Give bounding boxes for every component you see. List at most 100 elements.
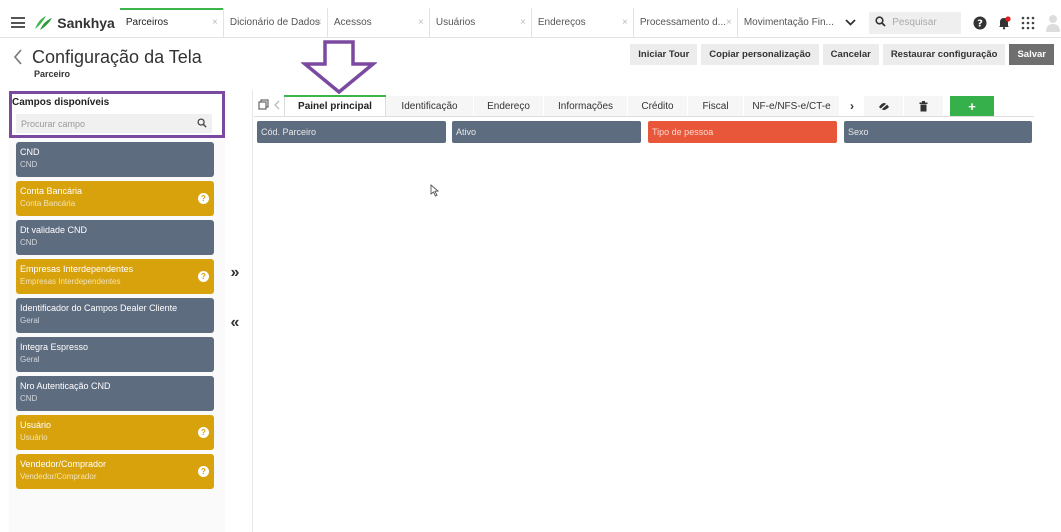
copy-icon[interactable] [258, 99, 269, 113]
visibility-icon[interactable] [864, 96, 904, 116]
field-card-dt-validade-cnd[interactable]: Dt validade CND CND [16, 220, 214, 255]
field-name: Usuário [20, 420, 52, 430]
field-group: Geral [20, 355, 40, 364]
field-card-identificador-dealer[interactable]: Identificador do Campos Dealer Cliente G… [16, 298, 214, 333]
app-tab-label: Processamento d... [639, 17, 726, 28]
field-card-empresas-interdependentes[interactable]: Empresas Interdependentes Empresas Inter… [16, 259, 214, 294]
svg-text:?: ? [977, 18, 983, 29]
sankhya-logo-icon [32, 15, 54, 31]
trash-icon[interactable] [904, 96, 944, 116]
field-search-input[interactable]: Procurar campo [16, 114, 212, 133]
field-group: Empresas Interdependentes [20, 277, 121, 286]
close-icon[interactable]: × [316, 17, 322, 28]
close-icon[interactable]: × [622, 17, 628, 28]
annotation-arrow-icon [300, 40, 378, 99]
layout-field-sexo[interactable]: Sexo [844, 121, 1032, 143]
app-tab-acessos[interactable]: Acessos × [328, 7, 430, 38]
app-tab-label: Parceiros [125, 17, 169, 28]
page-subtitle: Parceiro [34, 69, 71, 79]
layout-field-ativo[interactable]: Ativo [452, 121, 641, 143]
global-search[interactable]: Pesquisar [869, 11, 961, 34]
content-tabs: Painel principal Identificação Endereço … [254, 95, 1034, 117]
chevron-left-icon[interactable] [274, 100, 280, 113]
app-tab-usuarios[interactable]: Usuários × [430, 7, 532, 38]
field-name: Vendedor/Comprador [20, 459, 107, 469]
app-tab-label: Acessos [333, 17, 372, 28]
field-group: Vendedor/Comprador [20, 472, 97, 481]
app-tab-label: Dicionário de Dados [229, 17, 320, 28]
save-button[interactable]: Salvar [1009, 44, 1054, 65]
tab-informacoes[interactable]: Informações [544, 96, 628, 116]
back-icon[interactable] [13, 48, 23, 71]
apps-grid-icon[interactable] [1021, 16, 1035, 30]
field-group: Conta Bancária [20, 199, 76, 208]
field-group: CND [20, 394, 38, 403]
info-icon[interactable]: ? [198, 193, 209, 204]
header-actions: Iniciar Tour Copiar personalização Cance… [630, 44, 1054, 65]
close-icon[interactable]: × [212, 17, 218, 28]
field-name: Integra Espresso [20, 342, 89, 352]
field-card-cnd[interactable]: CND CND [16, 142, 214, 177]
field-name: Nro Autenticação CND [20, 381, 111, 391]
start-tour-button[interactable]: Iniciar Tour [630, 44, 698, 65]
app-tab-enderecos[interactable]: Endereços × [532, 7, 634, 38]
close-icon[interactable]: × [726, 17, 732, 28]
restore-config-button[interactable]: Restaurar configuração [882, 44, 1006, 65]
field-name: CND [20, 147, 40, 157]
tab-credito[interactable]: Crédito [628, 96, 688, 116]
move-left-button[interactable]: « [225, 314, 245, 332]
add-tab-button[interactable]: + [950, 96, 994, 116]
app-tab-dicionario[interactable]: Dicionário de Dados × [224, 7, 328, 38]
field-card-nro-autenticacao-cnd[interactable]: Nro Autenticação CND CND [16, 376, 214, 411]
tab-fiscal[interactable]: Fiscal [688, 96, 744, 116]
brand-name: Sankhya [57, 14, 115, 31]
search-icon[interactable] [197, 115, 207, 133]
fields-panel-title: Campos disponíveis [12, 97, 110, 108]
field-name: Empresas Interdependentes [20, 264, 134, 274]
field-card-conta-bancaria[interactable]: Conta Bancária Conta Bancária ? [16, 181, 214, 216]
brand[interactable]: Sankhya [32, 15, 115, 31]
info-icon[interactable]: ? [198, 427, 209, 438]
app-tab-processamento[interactable]: Processamento d... × [634, 7, 738, 38]
search-placeholder: Pesquisar [892, 17, 937, 28]
tab-nfe-nfse-cte[interactable]: NF-e/NFS-e/CT-e [744, 96, 840, 116]
app-tab-movimentacao[interactable]: Movimentação Fin... [738, 8, 838, 38]
app-tab-label: Movimentação Fin... [743, 17, 834, 28]
copy-customization-button[interactable]: Copiar personalização [701, 44, 819, 65]
tab-painel-principal[interactable]: Painel principal [284, 95, 386, 116]
field-card-integra-espresso[interactable]: Integra Espresso Geral [16, 337, 214, 372]
app-tab-parceiros[interactable]: Parceiros × [119, 7, 224, 38]
mouse-cursor-icon [430, 184, 440, 202]
app-tabs: Parceiros × Dicionário de Dados × Acesso… [119, 7, 838, 38]
info-icon[interactable]: ? [198, 466, 209, 477]
close-icon[interactable]: × [520, 17, 526, 28]
field-name: Identificador do Campos Dealer Cliente [20, 303, 178, 313]
app-tab-label: Usuários [435, 17, 476, 28]
top-icons: ? [973, 14, 1061, 32]
field-name: Conta Bancária [20, 186, 83, 196]
move-right-button[interactable]: » [225, 264, 245, 282]
content-tab-controls [254, 96, 284, 116]
chevron-down-icon[interactable] [838, 19, 863, 26]
close-icon[interactable]: × [418, 17, 424, 28]
field-group: Usuário [20, 433, 48, 442]
menu-icon[interactable] [3, 8, 32, 38]
layout-field-tipo-de-pessoa[interactable]: Tipo de pessoa [648, 121, 837, 143]
app-root: Sankhya Parceiros × Dicionário de Dados … [0, 0, 1061, 532]
tabs-scroll-right-button[interactable]: › [840, 96, 864, 116]
cancel-button[interactable]: Cancelar [822, 44, 879, 65]
field-card-vendedor-comprador[interactable]: Vendedor/Comprador Vendedor/Comprador ? [16, 454, 214, 489]
field-card-usuario[interactable]: Usuário Usuário ? [16, 415, 214, 450]
field-group: Geral [20, 316, 40, 325]
field-search-placeholder: Procurar campo [21, 118, 86, 129]
info-icon[interactable]: ? [198, 271, 209, 282]
user-avatar-icon[interactable] [1045, 14, 1061, 32]
notifications-icon[interactable] [997, 15, 1011, 30]
field-group: CND [20, 160, 38, 169]
page-title: Configuração da Tela [32, 47, 202, 67]
field-group: CND [20, 238, 38, 247]
layout-field-cod-parceiro[interactable]: Cód. Parceiro [257, 121, 446, 143]
tab-endereco[interactable]: Endereço [474, 96, 544, 116]
tab-identificacao[interactable]: Identificação [386, 96, 474, 116]
help-icon[interactable]: ? [973, 16, 987, 30]
